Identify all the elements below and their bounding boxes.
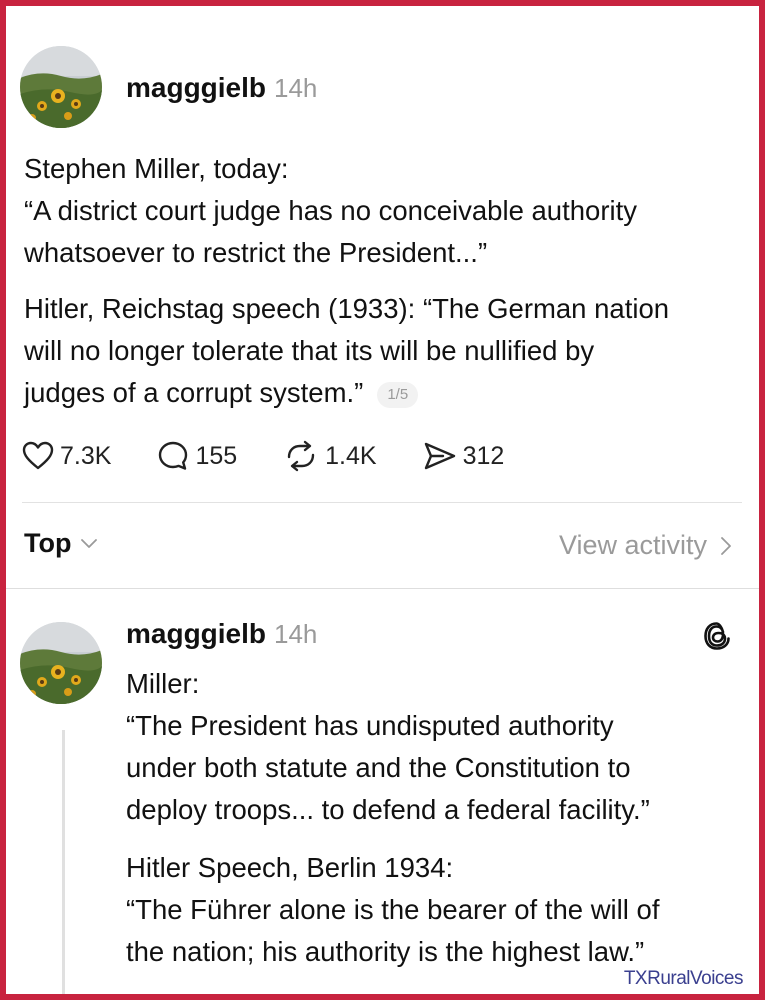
- post-line: deploy troops... to defend a federal fac…: [126, 794, 650, 825]
- post-line: “The President has undisputed authority: [126, 710, 614, 741]
- section-divider: [6, 588, 759, 589]
- username-text[interactable]: magggielb: [126, 72, 266, 103]
- post-line: Miller:: [126, 668, 200, 699]
- post-line: under both statute and the Constitution …: [126, 752, 631, 783]
- post-line: judges of a corrupt system.” 1/5: [24, 372, 744, 414]
- chevron-right-icon: [721, 536, 731, 555]
- heart-icon: [22, 441, 54, 470]
- thread-connector-line: [62, 730, 65, 1000]
- post-username[interactable]: magggielb 14h: [126, 72, 317, 104]
- post-line: whatsoever to restrict the President...”: [24, 237, 488, 268]
- post-actions: 7.3K 155 1.4K 312: [22, 440, 550, 472]
- sort-label: Top: [24, 528, 72, 558]
- share-button[interactable]: 312: [423, 441, 505, 471]
- post-line: “The Führer alone is the bearer of the w…: [126, 894, 660, 925]
- post-body: Stephen Miller, today: “A district court…: [24, 148, 744, 414]
- username-text[interactable]: magggielb: [126, 618, 266, 649]
- view-activity-label: View activity: [558, 530, 707, 560]
- avatar[interactable]: [20, 622, 102, 704]
- avatar[interactable]: [20, 46, 102, 128]
- post-timestamp: 14h: [274, 619, 318, 649]
- post-line: Hitler, Reichstag speech (1933): “The Ge…: [24, 293, 670, 324]
- threads-logo-icon[interactable]: [702, 620, 732, 657]
- share-icon: [424, 442, 455, 470]
- view-activity-link[interactable]: View activity: [559, 530, 731, 561]
- like-button[interactable]: 7.3K: [22, 441, 111, 471]
- post-username[interactable]: magggielb 14h: [126, 618, 317, 650]
- post-line: Hitler Speech, Berlin 1934:: [126, 852, 454, 883]
- repost-icon: [287, 440, 315, 472]
- sort-dropdown[interactable]: Top: [24, 528, 98, 559]
- like-count: 7.3K: [60, 441, 112, 470]
- carousel-counter: 1/5: [377, 381, 419, 408]
- comment-icon: [159, 441, 188, 470]
- chevron-down-icon: [81, 538, 98, 548]
- post-timestamp: 14h: [274, 73, 318, 103]
- watermark-text: TXRuralVoices: [623, 968, 744, 989]
- post-line: Stephen Miller, today:: [24, 153, 289, 184]
- post-body: Miller: “The President has undisputed au…: [126, 663, 746, 973]
- post-line-text: judges of a corrupt system.”: [24, 377, 364, 408]
- post-line: “A district court judge has no conceivab…: [24, 195, 637, 226]
- repost-count: 1.4K: [325, 441, 377, 470]
- comment-count: 155: [195, 441, 238, 470]
- share-count: 312: [462, 441, 505, 470]
- repost-button[interactable]: 1.4K: [283, 440, 377, 472]
- post-line: will no longer tolerate that its will be…: [24, 335, 595, 366]
- comment-button[interactable]: 155: [157, 440, 237, 472]
- post-line: the nation; his authority is the highest…: [126, 936, 645, 967]
- divider: [22, 502, 742, 503]
